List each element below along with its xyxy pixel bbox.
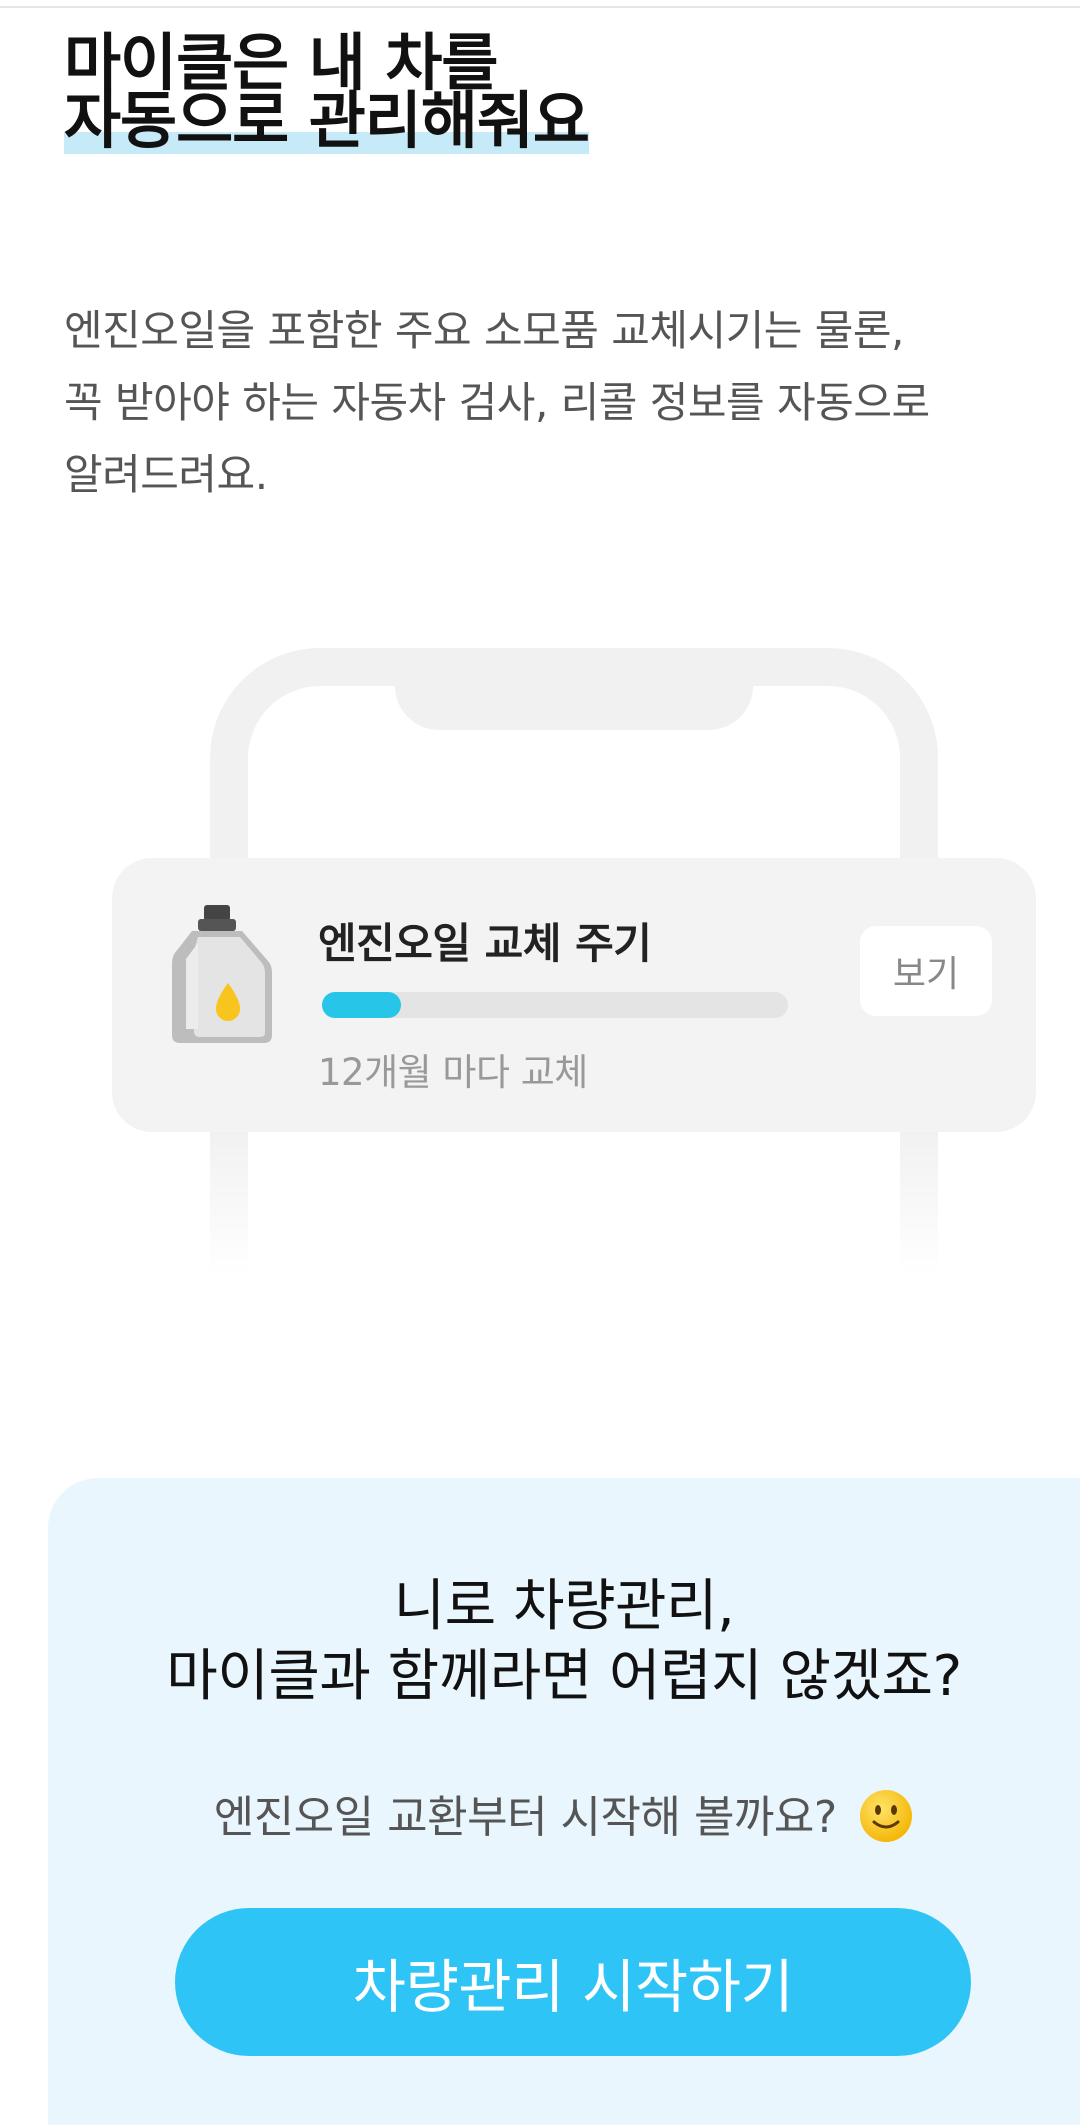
cta-subtitle: 엔진오일 교환부터 시작해 볼까요? [48,1781,1080,1848]
description-line1: 엔진오일을 포함한 주요 소모품 교체시기는 물론, [64,306,904,355]
cta-title: 니로 차량관리, 마이클과 함께라면 어렵지 않겠죠? [48,1572,1080,1712]
oil-card-subtitle: 12개월 마다 교체 [318,1051,588,1094]
cta-title-line1: 니로 차량관리, [393,1574,735,1639]
start-vehicle-management-button[interactable]: 차량관리 시작하기 [175,1908,971,2056]
phone-fade [180,1130,980,1300]
hero-title-line2-text: 자동으로 관리해줘요 [64,84,590,157]
view-button[interactable]: 보기 [860,926,992,1016]
phone-notch [395,668,753,730]
description-line3: 알려드려요. [64,450,268,499]
cta-title-line2: 마이클과 함께라면 어렵지 않겠죠? [166,1644,962,1709]
oil-bottle-icon [172,905,272,1043]
smiley-icon [860,1790,913,1842]
description: 엔진오일을 포함한 주요 소모품 교체시기는 물론, 꼭 받아야 하는 자동차 … [64,295,1054,511]
hero-title-line2: 자동으로 관리해줘요 [64,90,590,154]
oil-progress-fill [322,992,402,1018]
top-divider [0,0,1080,8]
description-line2: 꼭 받아야 하는 자동차 검사, 리콜 정보를 자동으로 [64,378,930,427]
hero-title: 마이클은 내 차를 자동으로 관리해줘요 [64,32,590,154]
cta-subtitle-text: 엔진오일 교환부터 시작해 볼까요? [213,1792,838,1843]
oil-progress-bar [322,992,788,1018]
oil-card-title: 엔진오일 교체 주기 [318,919,652,968]
